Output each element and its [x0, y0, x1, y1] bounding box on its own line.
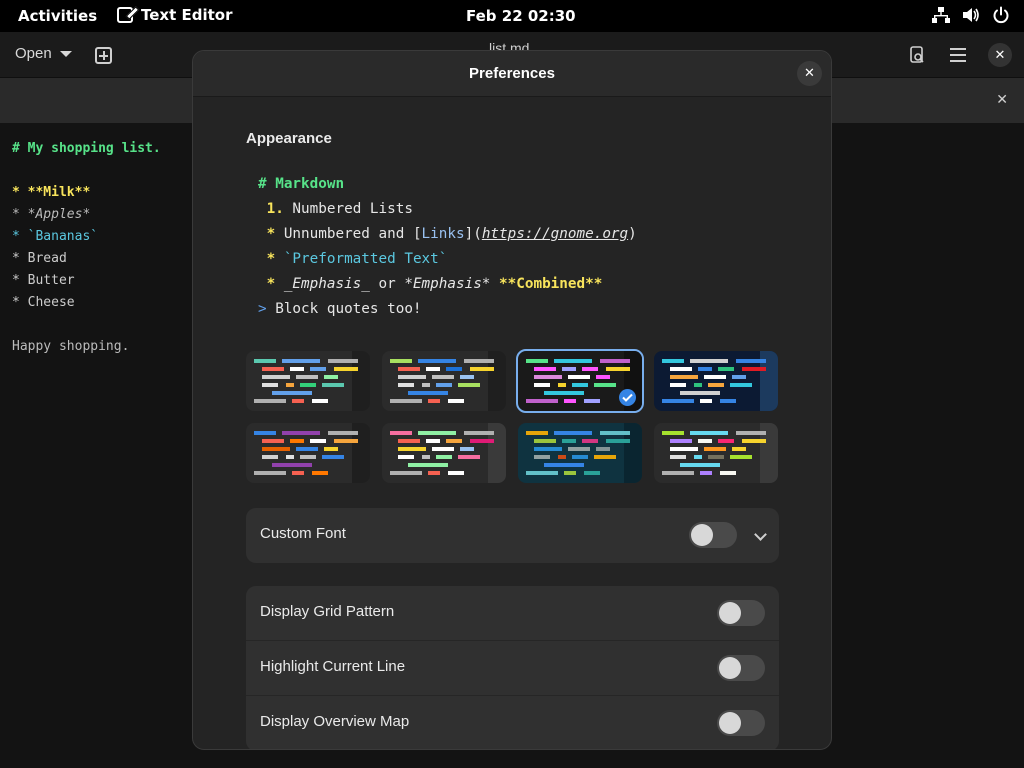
app-menu[interactable]: Text Editor	[117, 6, 232, 24]
preview-emphasis: *Emphasis*	[404, 276, 491, 292]
preview-text: or	[369, 276, 405, 292]
main-menu-icon[interactable]	[946, 42, 972, 68]
preview-text: ](	[464, 226, 482, 242]
preview-text: Block quotes too!	[266, 301, 422, 317]
custom-font-row[interactable]: Custom Font	[246, 508, 779, 563]
style-scheme-option[interactable]	[516, 349, 644, 413]
preview-line: 1. Numbered Lists	[258, 197, 637, 222]
preview-line: * _Emphasis_ or *Emphasis* **Combined**	[258, 272, 637, 297]
preference-switch[interactable]	[717, 655, 765, 681]
style-scheme-grid	[246, 349, 779, 484]
preview-text: )	[628, 226, 637, 242]
dialog-header: Preferences ✕	[193, 51, 831, 97]
chevron-down-icon[interactable]	[754, 528, 767, 541]
system-tray[interactable]	[932, 6, 1010, 24]
new-tab-icon[interactable]	[95, 47, 112, 64]
custom-font-card: Custom Font	[246, 508, 779, 563]
preference-switch[interactable]	[717, 600, 765, 626]
preview-code: `Preformatted Text`	[275, 251, 448, 267]
network-icon[interactable]	[932, 6, 950, 24]
clock[interactable]: Feb 22 02:30	[466, 7, 576, 25]
markdown-preview: # Markdown 1. Numbered Lists * Unnumbere…	[258, 172, 637, 322]
style-scheme-option[interactable]	[246, 423, 370, 483]
preference-switch[interactable]	[717, 710, 765, 736]
preview-number: 1.	[266, 201, 284, 217]
style-scheme-option[interactable]	[654, 351, 778, 411]
display-options-card: Display Grid Pattern Highlight Current Li…	[246, 586, 779, 749]
open-label: Open	[15, 45, 52, 62]
preview-text: Unnumbered and [	[275, 226, 422, 242]
preview-line: > Block quotes too!	[258, 297, 637, 322]
preview-line: # Markdown	[258, 172, 637, 197]
text-line: Happy shopping.	[12, 339, 130, 354]
text-line: * Butter	[12, 273, 75, 288]
text-line: * Cheese	[12, 295, 75, 310]
preference-label: Highlight Current Line	[260, 658, 406, 675]
custom-font-label: Custom Font	[260, 525, 346, 542]
preference-label: Display Overview Map	[260, 713, 410, 730]
preview-text: Numbered Lists	[283, 201, 413, 217]
preview-emphasis: _Emphasis_	[275, 276, 370, 292]
gnome-top-bar: Activities Text Editor Feb 22 02:30	[0, 0, 1024, 32]
style-scheme-option[interactable]	[246, 351, 370, 411]
preference-row[interactable]: Highlight Current Line	[246, 641, 779, 696]
style-scheme-option[interactable]	[382, 351, 506, 411]
preview-link: Links	[421, 226, 465, 242]
preview-url: https://gnome.org	[481, 226, 629, 242]
preferences-dialog: Preferences ✕ Appearance # Markdown 1. N…	[192, 50, 832, 750]
text-editor-icon	[117, 7, 133, 23]
appearance-heading: Appearance	[246, 130, 332, 147]
open-button[interactable]: Open	[15, 45, 72, 62]
checkmark-icon	[619, 389, 636, 406]
style-scheme-option[interactable]	[654, 423, 778, 483]
preview-bullet: *	[266, 276, 276, 292]
dialog-title: Preferences	[469, 65, 555, 82]
chevron-down-icon	[59, 50, 72, 57]
preview-bold: **Combined**	[490, 276, 603, 292]
preview-line: * `Preformatted Text`	[258, 247, 637, 272]
style-scheme-option[interactable]	[518, 423, 642, 483]
text-line: * **Milk**	[12, 185, 91, 200]
custom-font-switch[interactable]	[689, 522, 737, 548]
preview-bullet: *	[266, 251, 276, 267]
style-scheme-option[interactable]	[382, 423, 506, 483]
dialog-close-icon[interactable]: ✕	[797, 61, 822, 86]
preference-row[interactable]: Display Overview Map	[246, 696, 779, 749]
preview-heading: # Markdown	[258, 176, 345, 192]
infobar-close-icon[interactable]: ✕	[996, 92, 1008, 108]
app-name: Text Editor	[141, 6, 233, 24]
text-line: * *Apples*	[12, 207, 91, 222]
preview-bullet: *	[266, 226, 276, 242]
document-properties-icon[interactable]	[904, 42, 930, 68]
preference-row[interactable]: Display Grid Pattern	[246, 586, 779, 641]
volume-icon[interactable]	[962, 6, 980, 24]
power-icon[interactable]	[992, 6, 1010, 24]
preview-line: * Unnumbered and [Links](https://gnome.o…	[258, 222, 637, 247]
window-close-icon[interactable]: ✕	[988, 43, 1012, 67]
activities-button[interactable]: Activities	[18, 7, 97, 25]
preference-label: Display Grid Pattern	[260, 603, 395, 620]
text-line: * Bread	[12, 251, 67, 266]
text-line: # My shopping list.	[12, 141, 161, 156]
preview-quote-marker: >	[258, 301, 267, 317]
text-line: * `Bananas`	[12, 229, 99, 244]
